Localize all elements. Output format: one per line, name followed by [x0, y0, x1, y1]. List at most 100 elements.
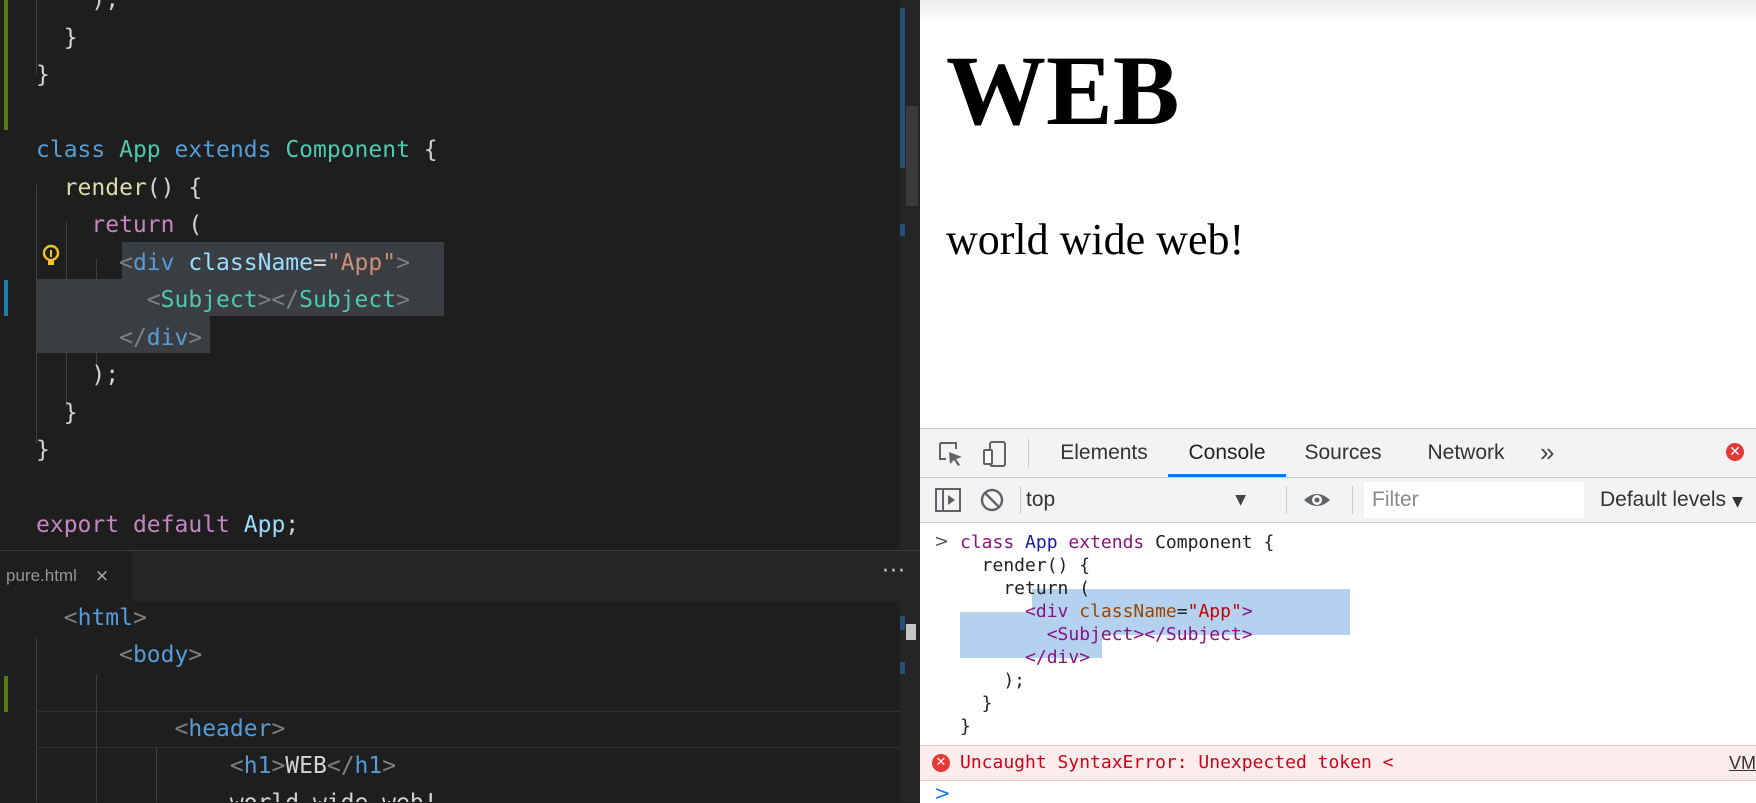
code-line: </div>: [36, 320, 202, 357]
device-toolbar-icon[interactable]: [980, 439, 1010, 469]
error-count-icon[interactable]: ✕: [1726, 443, 1744, 461]
code-token: <: [119, 249, 133, 276]
scroll-marker: [900, 224, 905, 236]
code-token: return: [91, 212, 175, 238]
tab-network[interactable]: Network: [1406, 429, 1526, 477]
code-token: ;: [285, 512, 300, 538]
code-token: body: [132, 642, 189, 668]
git-change-marker: [4, 280, 8, 316]
console-token: "App": [1187, 601, 1242, 622]
code-editor-pure-html[interactable]: pure.html × ··· <html> <body> <header> <…: [0, 550, 920, 802]
code-token: Subject: [299, 287, 397, 313]
code-token: >: [188, 642, 203, 668]
code-line: }: [36, 57, 50, 94]
code-line: <div className="App">: [36, 245, 410, 282]
code-token: (: [174, 212, 203, 238]
close-icon[interactable]: ×: [95, 566, 109, 586]
code-line: export default App;: [36, 507, 299, 544]
tab-label: pure.html: [6, 566, 77, 585]
console-code-line: <div className="App">: [960, 600, 1253, 623]
tab-elements[interactable]: Elements: [1044, 429, 1164, 477]
git-change-marker: [4, 676, 8, 712]
tab-console[interactable]: Console: [1168, 429, 1286, 477]
scroll-thumb[interactable]: [906, 106, 918, 206]
code-editor-app-js[interactable]: ); }} class App extends Component { rende…: [0, 0, 920, 550]
show-sidebar-icon[interactable]: [934, 486, 964, 516]
console-token: [1058, 532, 1069, 553]
context-selector[interactable]: top ▼: [1020, 482, 1252, 518]
editor-scrollbar[interactable]: [900, 600, 920, 802]
console-token: App: [1025, 532, 1058, 553]
inspect-element-icon[interactable]: [936, 439, 966, 469]
scroll-marker: [900, 8, 905, 168]
more-actions-icon[interactable]: ···: [882, 559, 906, 584]
code-token: <: [174, 716, 189, 742]
code-token: Subject: [160, 287, 258, 313]
code-token: >: [382, 753, 397, 779]
code-line: return (: [36, 207, 202, 244]
code-token: </: [326, 753, 355, 779]
code-token: >: [396, 249, 410, 276]
code-line: );: [36, 0, 119, 19]
console-prompt-icon[interactable]: >: [934, 781, 951, 803]
console-code-line: class App extends Component {: [960, 531, 1274, 554]
code-token: }: [36, 24, 78, 51]
console-code-line: return (: [960, 577, 1090, 600]
code-token: className: [188, 249, 313, 276]
code-line: }: [36, 432, 50, 469]
clear-console-icon[interactable]: [978, 486, 1008, 516]
editor-scrollbar[interactable]: [900, 0, 920, 550]
devtools-panel: Elements Console Sources Network » ✕ top ▼: [920, 428, 1756, 803]
scroll-marker: [900, 616, 905, 630]
scroll-thumb[interactable]: [906, 624, 916, 640]
code-token: default: [132, 512, 230, 538]
console-token: [1014, 532, 1025, 553]
code-line: <body>: [36, 637, 202, 674]
code-token: <: [119, 642, 133, 668]
code-token: div: [132, 249, 175, 276]
eye-icon[interactable]: [1302, 486, 1332, 516]
code-token: Component: [285, 137, 410, 163]
console-token: >: [1241, 601, 1253, 622]
code-token: }: [36, 62, 50, 88]
code-token: header: [188, 716, 272, 742]
console-error-row[interactable]: ✕ Uncaught SyntaxError: Unexpected token…: [920, 745, 1756, 781]
console-token: }: [960, 716, 971, 737]
code-token: export: [36, 512, 120, 538]
code-token: =: [312, 249, 327, 276]
console-output[interactable]: > class App extends Component { render()…: [920, 523, 1756, 803]
page-heading: WEB: [946, 35, 1180, 146]
console-token: return (: [960, 578, 1091, 599]
code-token: >: [132, 605, 147, 631]
chevron-right-icon: >: [934, 531, 950, 552]
context-value: top: [1026, 488, 1056, 511]
code-token: <: [63, 605, 78, 631]
tab-pure-html[interactable]: pure.html ×: [0, 551, 132, 601]
more-tabs-icon[interactable]: »: [1540, 429, 1554, 477]
scroll-marker: [900, 662, 905, 674]
error-source-link[interactable]: VM: [1729, 746, 1756, 780]
code-token: );: [36, 362, 120, 388]
filter-input[interactable]: [1364, 482, 1584, 518]
code-token: extends: [174, 137, 272, 163]
log-levels-dropdown[interactable]: Default levels ▼: [1600, 482, 1743, 518]
console-token: [960, 647, 1025, 668]
console-token: <div: [1025, 601, 1069, 622]
code-token: );: [36, 0, 120, 13]
tab-sources[interactable]: Sources: [1284, 429, 1402, 477]
code-token: >: [188, 324, 203, 351]
code-token: </: [119, 324, 147, 351]
code-line: <html>: [36, 600, 147, 637]
error-icon: ✕: [932, 754, 950, 772]
code-line: <h1>WEB</h1>: [36, 748, 396, 785]
code-token: >: [396, 287, 410, 313]
